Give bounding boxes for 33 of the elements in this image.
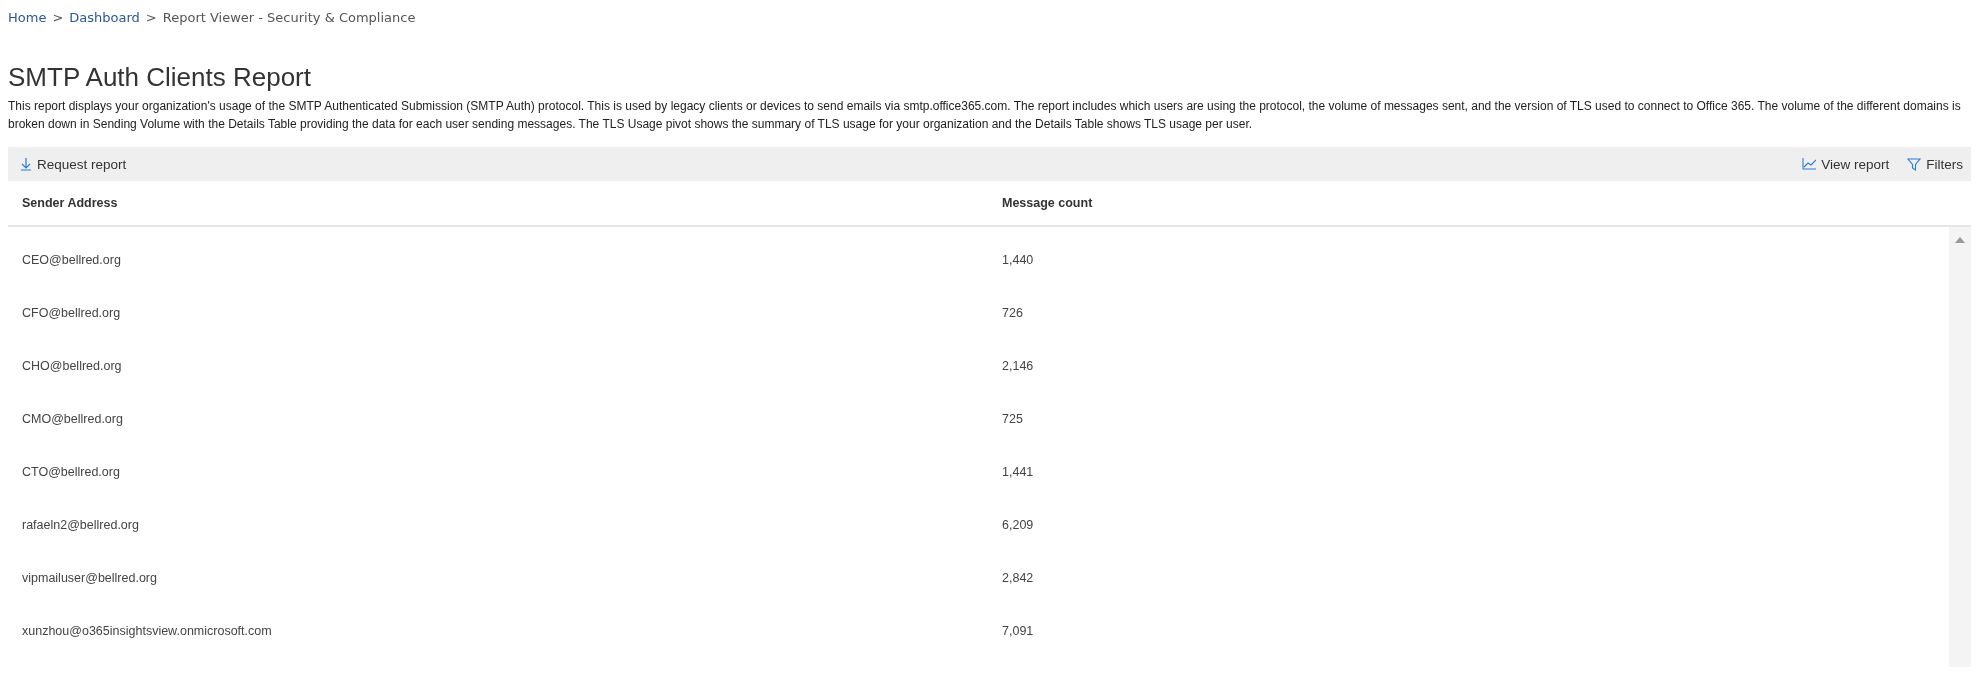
toolbar-button[interactable]: Request report: [18, 154, 129, 174]
table-cell-text: CTO@bellred.org: [22, 464, 121, 479]
table-cell-text: 2,842: [1002, 570, 1035, 585]
table-cell-text: 2,146: [1002, 358, 1035, 373]
breadcrumb-current: Report Viewer - Security & Compliance: [162, 9, 416, 25]
table-cell-text: 726: [1002, 305, 1024, 320]
report-description: This report displays your organization's usage of the SMTP Authenticated Submission (SMTP Auth) protocol. This is used by legacy clients or devices to send emails via smtp.office365.com. The report includes which users are using the protocol, the volume of messages sent, and the version of TLS used to connect to Office 365. The volume of the different domains is broken down in Sending Volume with the Details Table providing the data for each user sending messages. The TLS Usage pivot shows the summary of TLS usage for your organization and the Details Table shows TLS usage per user.: [8, 98, 1962, 133]
table-cell-text: 1,440: [1002, 252, 1035, 267]
scroll-up-icon[interactable]: [1955, 237, 1965, 243]
table-cell-text: 6,209: [1002, 517, 1035, 532]
toolbar-button[interactable]: Filters: [1905, 154, 1965, 174]
table-cell-text: CEO@bellred.org: [22, 252, 122, 267]
table-cell-text: 7,091: [1002, 623, 1035, 638]
scrollbar[interactable]: [1949, 227, 1971, 667]
table-cell-text: rafaeln2@bellred.org: [22, 517, 140, 532]
table-cell-text: CFO@bellred.org: [22, 305, 122, 320]
table-cell-text: CHO@bellred.org: [22, 358, 123, 373]
toolbar-button[interactable]: View report: [1800, 154, 1892, 174]
table-cell-text: xunzhou@o365insightsview.onmicrosoft.com: [22, 623, 273, 638]
table-cell-text: vipmailuser@bellred.org: [22, 570, 158, 585]
breadcrumb-separator: >: [52, 9, 64, 25]
download-icon: [20, 157, 32, 171]
breadcrumb-link[interactable]: Dashboard: [69, 9, 140, 25]
breadcrumb-separator: >: [145, 9, 157, 25]
column-header[interactable]: Message count: [1002, 196, 1971, 210]
chart-icon: [1802, 158, 1817, 170]
table-cell-text: CMO@bellred.org: [22, 411, 124, 426]
table-cell-text: 725: [1002, 411, 1024, 426]
column-header[interactable]: Sender Address: [22, 196, 1002, 210]
breadcrumb-link[interactable]: Home: [8, 9, 47, 25]
page-title: SMTP Auth Clients Report: [8, 62, 312, 93]
filter-icon: [1907, 157, 1922, 171]
table-cell-text: 1,441: [1002, 464, 1035, 479]
